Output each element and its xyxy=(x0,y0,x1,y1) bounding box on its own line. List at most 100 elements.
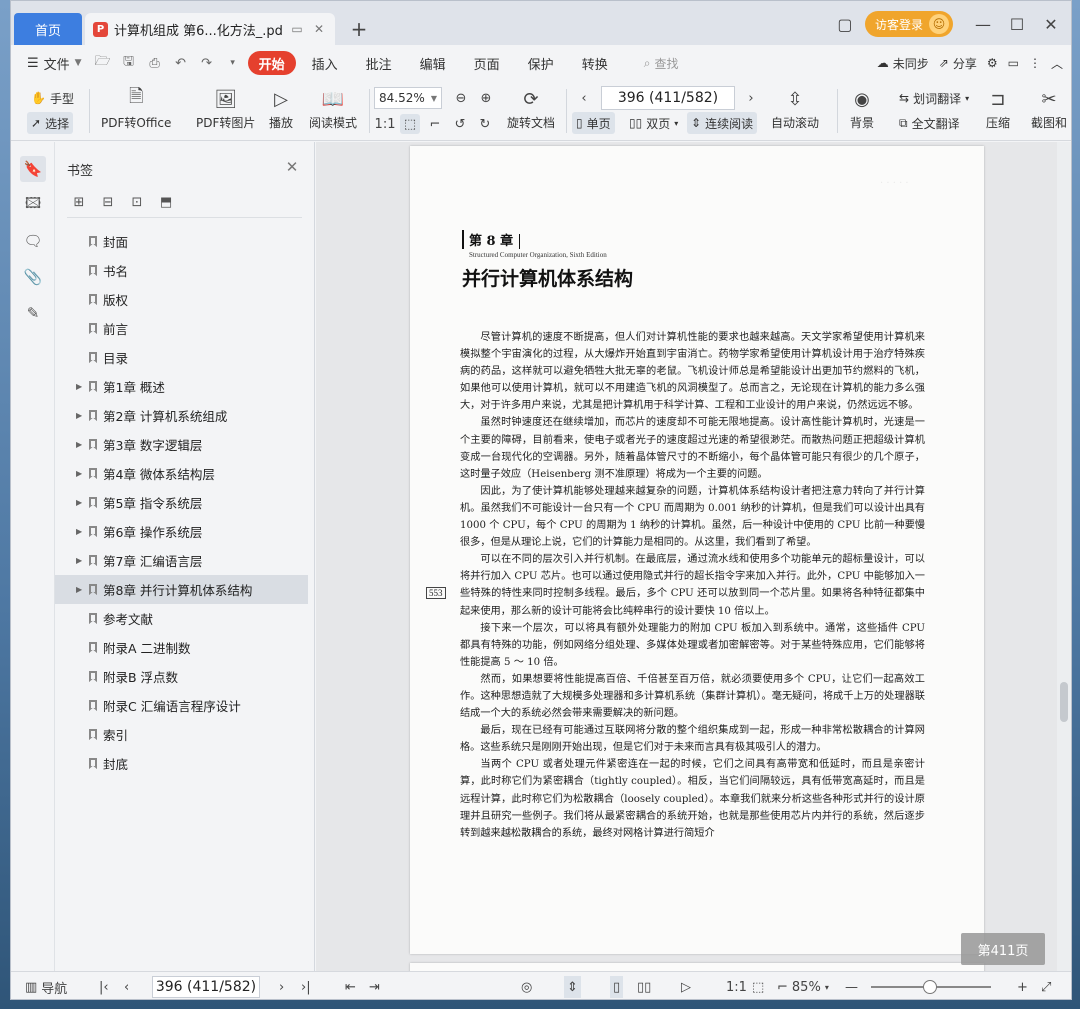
read-mode-button[interactable]: 📖 阅读模式 xyxy=(309,87,357,131)
double-page-mode-icon[interactable]: ▯▯ xyxy=(637,976,651,998)
compress-button[interactable]: ⊐ 压缩 xyxy=(985,87,1011,131)
forward-view-icon[interactable]: ⇥ xyxy=(369,976,380,998)
expand-arrow-icon[interactable]: ▶ xyxy=(76,411,82,420)
thumbnail-icon[interactable]: 🖾 xyxy=(20,192,46,218)
menu-annotate[interactable]: 批注 xyxy=(354,51,404,75)
select-tool[interactable]: ➚ 选择 xyxy=(27,112,74,134)
vertical-scrollbar[interactable] xyxy=(1057,142,1071,971)
bookmark-item[interactable]: ▶ 第4章 微体系结构层 xyxy=(55,459,315,488)
bookmark-item[interactable]: 目录 xyxy=(55,343,315,372)
bookmark-item[interactable]: 封面 xyxy=(55,227,315,256)
zoom-slider[interactable] xyxy=(871,980,991,994)
undo-icon[interactable]: ↶ xyxy=(170,52,192,74)
bookmark-item[interactable]: ▶ 第1章 概述 xyxy=(55,372,315,401)
zoom-out-status-icon[interactable]: — xyxy=(845,976,858,998)
add-child-bookmark-icon[interactable]: ⊡ xyxy=(127,192,147,212)
document-viewport[interactable]: · · · · · 第 8 章 Structured Computer Orga… xyxy=(316,142,1059,971)
zoom-select[interactable]: 84.52% ▼ xyxy=(374,87,442,109)
bookmark-item[interactable]: 附录B 浮点数 xyxy=(55,662,315,691)
expand-arrow-icon[interactable]: ▶ xyxy=(76,498,82,507)
fit-page-icon[interactable]: ⬚ xyxy=(400,114,420,134)
prev-page-icon[interactable]: ‹ xyxy=(124,976,129,998)
collapse-ribbon-icon[interactable]: ︿ xyxy=(1051,55,1063,72)
rotate-document-button[interactable]: ⟳ 旋转文档 xyxy=(507,87,555,131)
open-folder-icon[interactable]: 🗁 xyxy=(92,52,114,74)
bookmark-item[interactable]: 前言 xyxy=(55,314,315,343)
bookmark-item[interactable]: 版权 xyxy=(55,285,315,314)
search-box[interactable]: ⌕ 查找 xyxy=(644,55,679,72)
bookmark-item[interactable]: ▶ 第5章 指令系统层 xyxy=(55,488,315,517)
bookmark-settings-icon[interactable]: ⬒ xyxy=(156,192,176,212)
bookmark-item[interactable]: 参考文献 xyxy=(55,604,315,633)
sync-status[interactable]: ☁ 未同步 xyxy=(877,55,929,72)
zoom-slider-knob[interactable] xyxy=(923,980,937,994)
bookmark-icon[interactable]: 🔖 xyxy=(20,156,46,182)
signature-icon[interactable]: ✎ xyxy=(20,300,46,326)
document-tab[interactable]: P 计算机组成 第6...化方法_.pdf ▭ ✕ xyxy=(85,13,335,45)
menu-insert[interactable]: 插入 xyxy=(300,51,350,75)
close-tab-icon[interactable]: ✕ xyxy=(311,21,327,37)
scrollbar-thumb[interactable] xyxy=(1060,682,1068,722)
previous-page-icon[interactable]: ‹ xyxy=(574,88,594,108)
status-page-input[interactable]: 396 (411/582) xyxy=(152,976,260,998)
pdf-to-image-button[interactable]: 🖼 PDF转图片 xyxy=(196,87,255,131)
expand-arrow-icon[interactable]: ▶ xyxy=(76,556,82,565)
close-panel-icon[interactable]: ✕ xyxy=(282,157,302,177)
single-page-mode-icon[interactable]: ▯ xyxy=(610,976,624,998)
zoom-out-icon[interactable]: ⊖ xyxy=(451,88,471,108)
back-view-icon[interactable]: ⇤ xyxy=(345,976,356,998)
expand-arrow-icon[interactable]: ▶ xyxy=(76,382,82,391)
save-icon[interactable]: 🖫 xyxy=(118,52,140,74)
redo-icon[interactable]: ↷ xyxy=(196,52,218,74)
menu-convert[interactable]: 转换 xyxy=(570,51,620,75)
remove-bookmark-icon[interactable]: ⊟ xyxy=(98,192,118,212)
eye-protection-icon[interactable]: ◎ xyxy=(521,976,532,998)
comment-icon[interactable]: ▭ xyxy=(1008,56,1019,70)
page-number-input[interactable]: 396 (411/582) xyxy=(601,86,735,110)
bookmark-item[interactable]: ▶ 第3章 数字逻辑层 xyxy=(55,430,315,459)
screenshot-button[interactable]: ✂ 截图和 xyxy=(1029,87,1069,131)
play-button[interactable]: ▷ 播放 xyxy=(268,87,294,131)
fit-width-icon[interactable]: ⌐ xyxy=(425,114,445,134)
guest-login-button[interactable]: 访客登录 ☺ xyxy=(864,11,953,37)
maximize-icon[interactable]: ☐ xyxy=(1003,10,1031,38)
menu-protect[interactable]: 保护 xyxy=(516,51,566,75)
word-translate-button[interactable]: ⇆ 划词翻译 ▾ xyxy=(895,87,973,109)
continuous-read-button[interactable]: ⇕ 连续阅读 xyxy=(687,112,758,134)
zoom-dropdown[interactable]: ⌐ 85% ▾ xyxy=(777,976,829,998)
comment-list-icon[interactable]: 🗨 xyxy=(20,228,46,254)
zoom-in-status-icon[interactable]: + xyxy=(1017,976,1028,998)
continuous-mode-icon[interactable]: ⇕ xyxy=(564,976,581,998)
pin-tab-icon[interactable]: ▭ xyxy=(289,21,305,37)
last-page-icon[interactable]: ›| xyxy=(301,976,311,998)
expand-arrow-icon[interactable]: ▶ xyxy=(76,527,82,536)
more-options-icon[interactable]: ⋮ xyxy=(1029,56,1041,70)
fit-page-status-icon[interactable]: ⬚ xyxy=(752,976,764,998)
close-window-icon[interactable]: ✕ xyxy=(1037,10,1065,38)
bookmark-item[interactable]: 索引 xyxy=(55,720,315,749)
first-page-icon[interactable]: |‹ xyxy=(99,976,109,998)
settings-icon[interactable]: ⚙ xyxy=(987,56,998,70)
more-dropdown-icon[interactable]: ▾ xyxy=(222,52,244,74)
navigation-toggle[interactable]: ▥ 导航 xyxy=(25,976,67,998)
double-page-button[interactable]: ▯▯ 双页 ▾ xyxy=(625,112,682,134)
bookmark-item[interactable]: ▶ 第8章 并行计算机体系结构 xyxy=(55,575,308,604)
rotate-left-icon[interactable]: ↺ xyxy=(450,114,470,134)
bookmark-item[interactable]: 附录C 汇编语言程序设计 xyxy=(55,691,315,720)
expand-arrow-icon[interactable]: ▶ xyxy=(76,469,82,478)
next-page-icon[interactable]: › xyxy=(741,88,761,108)
auto-scroll-button[interactable]: ⇳ 自动滚动 xyxy=(771,87,819,131)
hand-tool[interactable]: ✋ 手型 xyxy=(27,87,78,109)
pdf-to-office-button[interactable]: 🗎 PDF转Office xyxy=(101,86,171,131)
full-translate-button[interactable]: ⧉ 全文翻译 xyxy=(895,112,964,134)
print-icon[interactable]: ⎙ xyxy=(144,52,166,74)
minimize-icon[interactable]: — xyxy=(969,10,997,38)
file-menu[interactable]: ☰ 文件 ▼ xyxy=(21,54,88,73)
add-bookmark-icon[interactable]: ⊞ xyxy=(69,192,89,212)
bookmark-item[interactable]: 附录A 二进制数 xyxy=(55,633,315,662)
fullscreen-icon[interactable]: ⤢ xyxy=(1041,976,1051,998)
play-mode-icon[interactable]: ▷ xyxy=(681,976,691,998)
window-layout-icon[interactable]: ▢ xyxy=(831,10,859,38)
bookmark-item[interactable]: 封底 xyxy=(55,749,315,778)
attachment-icon[interactable]: 📎 xyxy=(20,264,46,290)
